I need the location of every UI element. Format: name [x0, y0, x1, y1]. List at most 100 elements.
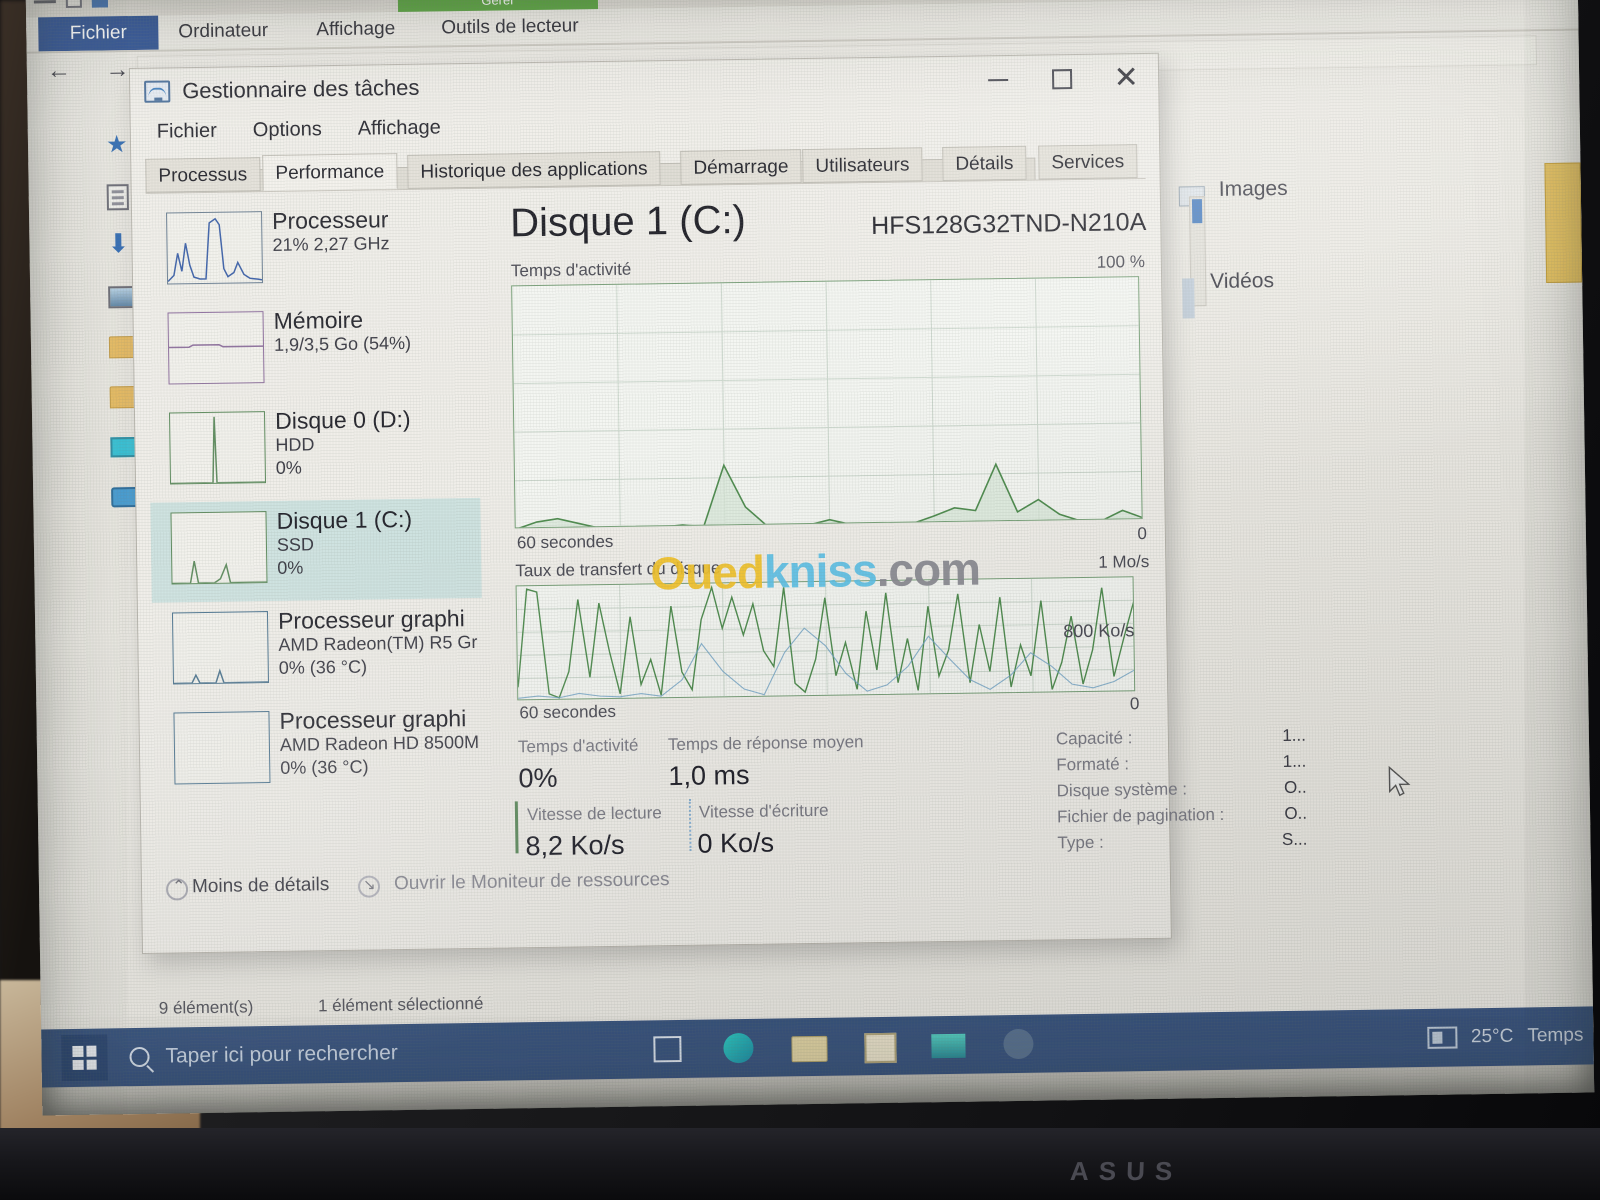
explorer-quick-access-toolbar[interactable] [33, 0, 108, 8]
task-manager-window[interactable]: Gestionnaire des tâches ✕ Fichier Option… [128, 52, 1308, 954]
minimize-button[interactable] [966, 56, 1031, 105]
resource-item-cpu[interactable]: Processeur 21% 2,27 GHz [146, 198, 477, 303]
resource-title: Processeur [271, 206, 389, 234]
tab-utilisateurs[interactable]: Utilisateurs [802, 147, 923, 184]
weather-icon[interactable] [1426, 1026, 1458, 1049]
system-tray[interactable]: 25°C Temps [1426, 1007, 1584, 1067]
taskbar-icons[interactable] [651, 1015, 1042, 1079]
document-icon [106, 184, 129, 211]
laptop-base [0, 1128, 1600, 1200]
detail-value: S... [1281, 829, 1308, 850]
resource-item-disk1[interactable]: Disque 1 (C:) SSD 0% [150, 497, 482, 603]
write-speed-color-bar [688, 798, 693, 851]
detail-row-capacity: Capacité : 1... [1056, 726, 1306, 756]
task-manager-footer[interactable]: Moins de détails Ouvrir le Moniteur de r… [156, 854, 1157, 919]
detail-value: 1... [1282, 751, 1307, 772]
resource-title: Processeur graphi [277, 605, 465, 634]
taskbar-search-box[interactable]: Taper ici pour rechercher [129, 1024, 398, 1086]
explorer-folder-videos-label[interactable]: Vidéos [1210, 269, 1274, 294]
maximize-button[interactable] [1030, 55, 1095, 104]
start-button[interactable] [61, 1034, 108, 1082]
ribbon-tab-ordinateur[interactable]: Ordinateur [178, 14, 268, 49]
resource-title: Disque 0 (D:) [274, 405, 411, 434]
save-icon[interactable] [65, 0, 82, 8]
rate-chart-annotation: 800 Ko/s [1063, 620, 1135, 642]
window-title: Gestionnaire des tâches [182, 74, 420, 104]
windows-logo-icon [72, 1045, 97, 1070]
disk0-thumbnail-chart [168, 411, 267, 485]
gpu1-thumbnail-chart [173, 711, 271, 785]
tab-processus[interactable]: Processus [145, 157, 261, 193]
tab-services[interactable]: Services [1038, 144, 1138, 180]
explorer-window-label: Ce PC [626, 0, 673, 5]
less-details-button[interactable]: Moins de détails [192, 874, 330, 898]
download-icon [107, 236, 129, 258]
app-icon[interactable] [1001, 1027, 1042, 1062]
detail-row-system-disk: Disque système : O.. [1057, 778, 1307, 808]
resource-sub: 21% 2,27 GHz [272, 233, 390, 256]
tab-performance[interactable]: Performance [262, 153, 398, 192]
resource-value: 0% (36 °C) [278, 656, 368, 678]
task-manager-menu-bar[interactable]: Fichier Options Affichage [157, 116, 441, 143]
resource-title: Disque 1 (C:) [276, 505, 413, 534]
explorer-selection-count: 1 élément sélectionné [317, 993, 484, 1016]
detail-value: O.. [1284, 803, 1308, 823]
explorer-items-count: 9 élément(s) [158, 997, 254, 1018]
resource-list[interactable]: Processeur 21% 2,27 GHz Mémoire 1,9/3,5 … [146, 198, 486, 863]
resource-value: 0% [275, 457, 302, 478]
ribbon-tab-outils-de-lecteur[interactable]: Outils de lecteur [441, 9, 579, 45]
resource-item-gpu0[interactable]: Processeur graphi AMD Radeon(TM) R5 Gr 0… [152, 598, 483, 703]
detail-label: Formaté : [1056, 754, 1130, 775]
stat-label-response: Temps de réponse moyen [667, 732, 864, 755]
page-title: Disque 1 (C:) [509, 197, 747, 246]
menu-affichage[interactable]: Affichage [358, 116, 441, 140]
ribbon-tab-affichage[interactable]: Affichage [316, 12, 395, 47]
menu-options[interactable]: Options [253, 118, 322, 142]
tab-details[interactable]: Détails [942, 145, 1027, 181]
resource-item-gpu1[interactable]: Processeur graphi AMD Radeon HD 8500M 0%… [153, 698, 484, 803]
close-button[interactable]: ✕ [1094, 54, 1159, 103]
task-view-icon[interactable] [651, 1032, 692, 1067]
resource-value: 0% (36 °C) [280, 756, 369, 778]
resource-item-memory[interactable]: Mémoire 1,9/3,5 Go (54%) [147, 298, 478, 403]
ribbon-tab-fichier[interactable]: Fichier [38, 15, 159, 52]
read-speed-color-bar [514, 801, 519, 854]
stat-value-response: 1,0 ms [668, 759, 750, 792]
edge-icon[interactable] [721, 1031, 761, 1066]
stat-label-read: Vitesse de lecture [526, 803, 662, 825]
menu-bar-icon [33, 0, 56, 4]
menu-fichier[interactable]: Fichier [157, 120, 217, 144]
detail-row-formatted: Formaté : 1... [1056, 752, 1306, 782]
tray-temperature: 25°C [1470, 1025, 1514, 1048]
stat-value-write: 0 Ko/s [697, 827, 775, 859]
rate-chart-max: 1 Mo/s [1098, 551, 1150, 572]
photos-icon[interactable] [931, 1028, 972, 1063]
detail-label: Capacité : [1055, 728, 1133, 749]
resource-monitor-icon [357, 875, 381, 898]
store-icon[interactable] [861, 1029, 902, 1064]
tab-historique-des-applications[interactable]: Historique des applications [407, 151, 661, 189]
explorer-folder-images-label[interactable]: Images [1219, 177, 1288, 202]
laptop-screen: Gérer Ce PC Fichier Ordinateur Affichage… [25, 0, 1595, 1116]
rate-chart-min: 0 [1129, 694, 1140, 714]
stat-value-activity: 0% [518, 762, 558, 794]
disk1-thumbnail-chart [170, 511, 268, 585]
resource-value: 0% [277, 557, 304, 578]
folder-icon[interactable] [91, 0, 108, 8]
stat-label-write: Vitesse d'écriture [698, 800, 829, 822]
rate-time-label: 60 secondes [519, 701, 617, 723]
folder-icon[interactable] [791, 1030, 832, 1065]
chevron-up-icon [165, 878, 189, 901]
tab-demarrage[interactable]: Démarrage [680, 149, 802, 185]
search-icon [129, 1046, 150, 1068]
search-placeholder: Taper ici pour rechercher [165, 1041, 398, 1068]
device-brand: ASUS [1069, 1156, 1183, 1186]
resource-item-disk0[interactable]: Disque 0 (D:) HDD 0% [149, 398, 480, 503]
detail-value: O.. [1283, 777, 1307, 797]
open-resource-monitor-link[interactable]: Ouvrir le Moniteur de ressources [394, 869, 670, 895]
cpu-thumbnail-chart [166, 211, 264, 285]
activity-chart-min: 0 [1137, 524, 1148, 544]
task-manager-icon [144, 80, 171, 103]
activity-chart [511, 276, 1143, 529]
transfer-rate-chart [515, 576, 1136, 701]
